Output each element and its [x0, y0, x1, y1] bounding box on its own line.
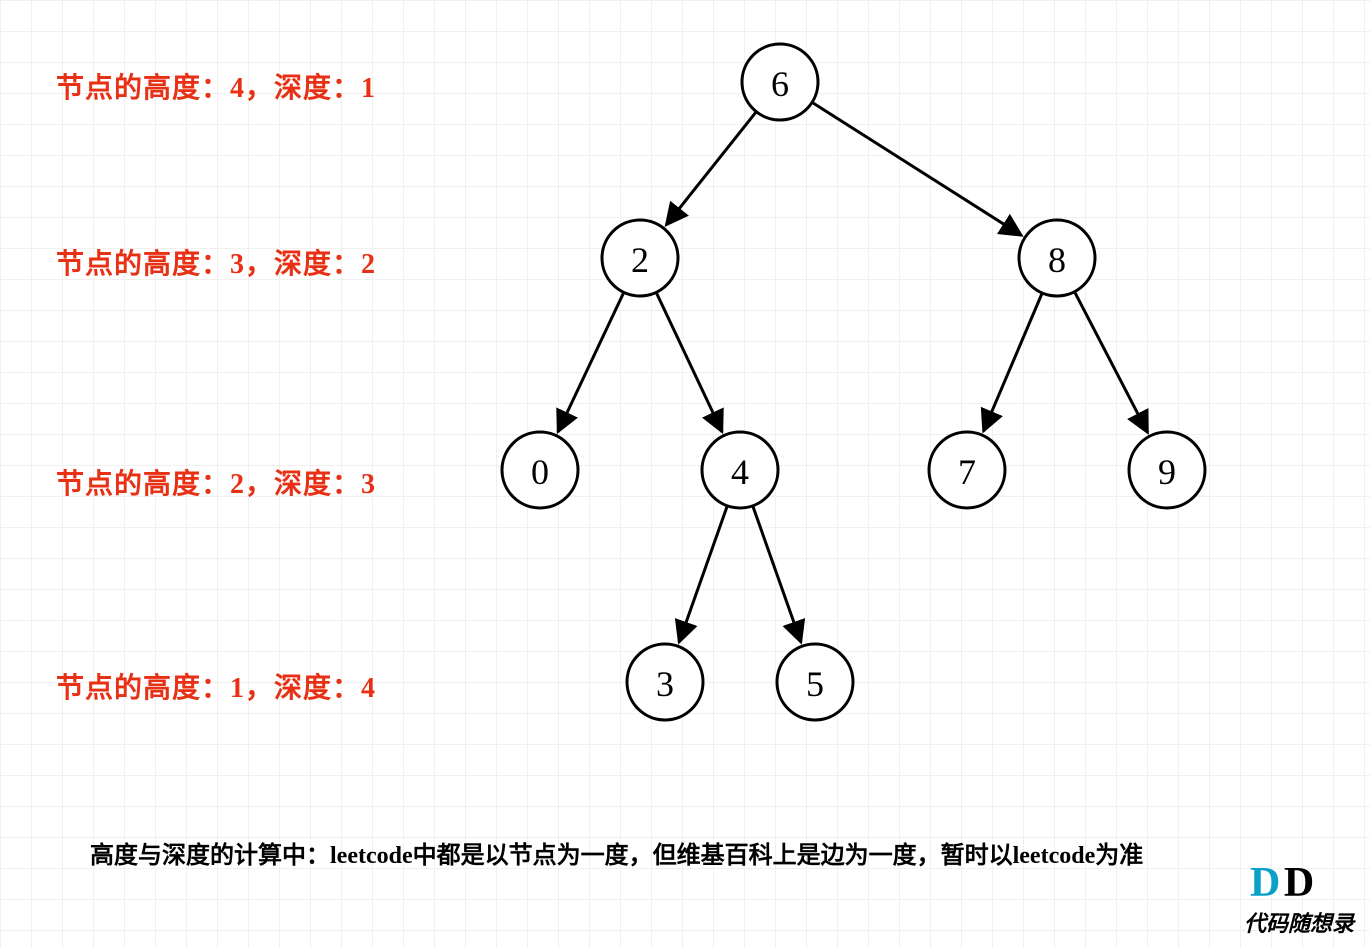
tree-edges: [558, 102, 1148, 642]
tree-nodes: 6 2 8 0 4 7 9 3 5: [502, 44, 1205, 720]
watermark-logo-icon: DD: [1244, 862, 1354, 904]
tree-node-value: 0: [531, 452, 549, 492]
tree-node: 3: [627, 644, 703, 720]
tree-edge: [812, 102, 1022, 235]
watermark-brand-text: 代码随想录: [1244, 906, 1354, 938]
tree-node-value: 6: [771, 64, 789, 104]
tree-node-value: 5: [806, 664, 824, 704]
tree-edge: [558, 292, 624, 432]
tree-node: 2: [602, 220, 678, 296]
tree-node: 0: [502, 432, 578, 508]
tree-node-value: 4: [731, 452, 749, 492]
watermark: DD 代码随想录: [1244, 862, 1354, 938]
tree-diagram: 6 2 8 0 4 7 9 3 5: [0, 0, 1370, 948]
tree-node: 5: [777, 644, 853, 720]
tree-edge: [656, 292, 722, 432]
tree-node-value: 9: [1158, 452, 1176, 492]
tree-edge: [679, 506, 727, 643]
tree-node-value: 2: [631, 240, 649, 280]
tree-node: 4: [702, 432, 778, 508]
tree-edge: [1075, 292, 1148, 433]
tree-node: 7: [929, 432, 1005, 508]
tree-edge: [983, 293, 1042, 431]
diagram-layer: 节点的高度：4，深度：1 节点的高度：3，深度：2 节点的高度：2，深度：3 节…: [0, 0, 1370, 948]
tree-node: 6: [742, 44, 818, 120]
tree-edge: [753, 506, 801, 643]
tree-node: 8: [1019, 220, 1095, 296]
tree-node-value: 7: [958, 452, 976, 492]
tree-node: 9: [1129, 432, 1205, 508]
tree-node-value: 3: [656, 664, 674, 704]
tree-node-value: 8: [1048, 240, 1066, 280]
tree-edge: [666, 112, 756, 225]
